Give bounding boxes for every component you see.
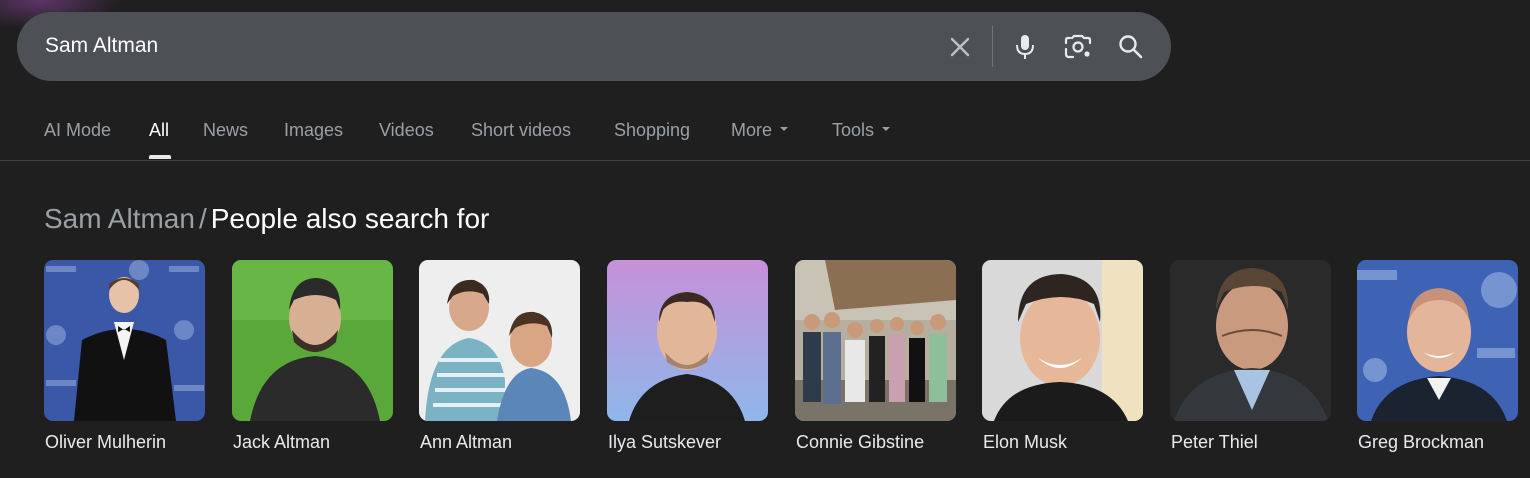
search-bar[interactable]: Sam Altman bbox=[17, 12, 1171, 81]
breadcrumb-separator: / bbox=[198, 203, 207, 234]
lens-camera-icon[interactable] bbox=[1060, 29, 1096, 65]
person-card[interactable]: Greg Brockman bbox=[1357, 260, 1518, 452]
person-card[interactable]: Elon Musk bbox=[982, 260, 1143, 452]
chevron-down-icon bbox=[882, 127, 891, 132]
tab-videos[interactable]: Videos bbox=[379, 120, 434, 141]
searchbar-divider bbox=[992, 26, 993, 67]
person-photo[interactable] bbox=[607, 260, 768, 421]
person-card[interactable]: Ilya Sutskever bbox=[607, 260, 768, 452]
tab-tools[interactable]: Tools bbox=[832, 120, 891, 141]
chevron-down-icon bbox=[780, 127, 789, 132]
person-card[interactable]: Ann Altman bbox=[419, 260, 580, 452]
tab-more[interactable]: More bbox=[731, 120, 789, 141]
tab-all[interactable]: All bbox=[149, 120, 169, 141]
person-name[interactable]: Connie Gibstine bbox=[796, 432, 924, 453]
tab-shopping[interactable]: Shopping bbox=[614, 120, 690, 141]
person-name[interactable]: Peter Thiel bbox=[1171, 432, 1258, 453]
tab-ai-mode[interactable]: AI Mode bbox=[44, 120, 111, 141]
close-icon[interactable] bbox=[942, 29, 978, 65]
person-name[interactable]: Ilya Sutskever bbox=[608, 432, 721, 453]
person-card[interactable]: Peter Thiel bbox=[1170, 260, 1331, 452]
tab-short-videos[interactable]: Short videos bbox=[471, 120, 571, 141]
person-card[interactable]: Connie Gibstine bbox=[795, 260, 956, 452]
tabs-divider bbox=[0, 160, 1530, 161]
person-card[interactable]: Jack Altman bbox=[232, 260, 393, 452]
microphone-icon[interactable] bbox=[1007, 29, 1043, 65]
section-heading: Sam Altman / People also search for bbox=[44, 203, 489, 235]
person-photo[interactable] bbox=[232, 260, 393, 421]
tab-more-label: More bbox=[731, 120, 773, 140]
search-input[interactable]: Sam Altman bbox=[45, 34, 158, 58]
search-icon[interactable] bbox=[1113, 29, 1149, 65]
tab-images[interactable]: Images bbox=[284, 120, 343, 141]
section-title: People also search for bbox=[210, 203, 490, 234]
person-photo[interactable] bbox=[44, 260, 205, 421]
person-name[interactable]: Elon Musk bbox=[983, 432, 1067, 453]
person-card[interactable]: Oliver Mulherin bbox=[44, 260, 205, 452]
tab-tools-label: Tools bbox=[832, 120, 875, 140]
person-photo[interactable] bbox=[1170, 260, 1331, 421]
person-photo[interactable] bbox=[419, 260, 580, 421]
person-photo[interactable] bbox=[1357, 260, 1518, 421]
person-name[interactable]: Ann Altman bbox=[420, 432, 512, 453]
person-name[interactable]: Greg Brockman bbox=[1358, 432, 1484, 453]
breadcrumb[interactable]: Sam Altman bbox=[44, 203, 195, 234]
search-tabs: AI Mode All News Images Videos Short vid… bbox=[0, 108, 1530, 160]
person-photo[interactable] bbox=[795, 260, 956, 421]
tab-news[interactable]: News bbox=[203, 120, 248, 141]
person-photo[interactable] bbox=[982, 260, 1143, 421]
person-name[interactable]: Oliver Mulherin bbox=[45, 432, 166, 453]
person-name[interactable]: Jack Altman bbox=[233, 432, 330, 453]
active-tab-indicator bbox=[149, 155, 171, 159]
